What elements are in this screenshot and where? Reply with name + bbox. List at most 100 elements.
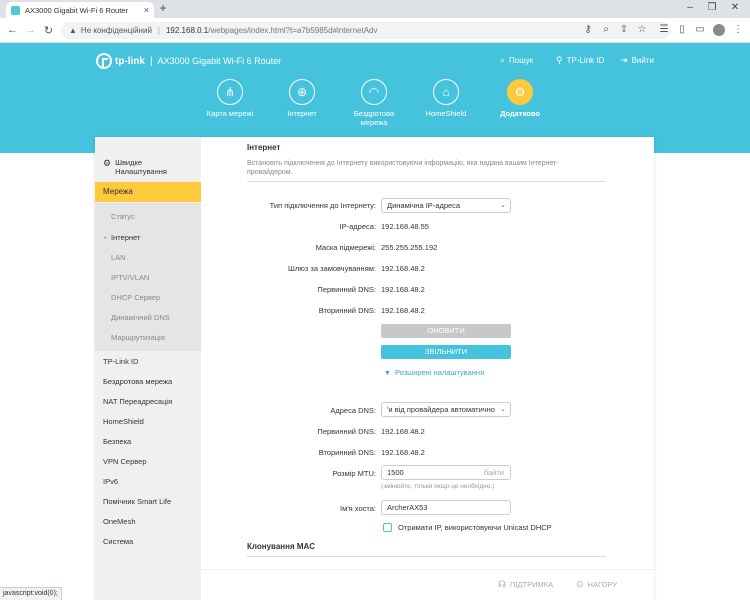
sidebar-item-system[interactable]: Система [103, 537, 133, 546]
mtu-unit: байти [483, 468, 504, 477]
share-icon[interactable]: ⇪ [618, 24, 630, 35]
reading-list-icon[interactable]: ☰ [658, 24, 670, 35]
support-button[interactable]: ☊ ПІДТРИМКА [498, 579, 553, 590]
quick-setup-link[interactable]: ⚙ Швидке Налаштування [103, 158, 175, 176]
menu-dots-icon[interactable]: ⋮ [732, 24, 744, 35]
maximize-icon[interactable]: ❐ [705, 2, 719, 13]
new-tab-button[interactable]: + [156, 2, 170, 16]
url-host: 192.168.0.1 [165, 26, 209, 35]
tab-wireless-label: Бездротова мережа [353, 109, 395, 127]
zoom-icon[interactable]: ⌕ [600, 24, 612, 35]
chevron-down-icon: ⌄ [500, 202, 506, 209]
tab-internet[interactable]: ⊕ Інтернет [267, 79, 337, 118]
advanced-settings-toggle[interactable]: ▼ Розширені налаштування [384, 368, 484, 377]
hostname-input[interactable]: ArcherAX53 [381, 500, 511, 515]
close-window-icon[interactable]: ✕ [728, 2, 742, 13]
sidebar-item-tplink-id[interactable]: TP-Link ID [103, 357, 138, 366]
main-panel: ⚙ Швидке Налаштування Мережа Статус Інте… [95, 137, 654, 600]
dns2-label: Вторинний DNS: [318, 306, 376, 315]
tab-network-map[interactable]: ⋔ Карта мережі [195, 79, 265, 118]
mtu-input[interactable]: 1500 байти [381, 465, 511, 480]
support-label: ПІДТРИМКА [510, 580, 554, 589]
sidebar-item-nat[interactable]: NAT Переадресація [103, 397, 172, 406]
gateway-label: Шлюз за замовчуванням: [288, 264, 376, 273]
unicast-dhcp-checkbox[interactable]: Отримати IP, використовуючи Unicast DHCP [383, 523, 552, 532]
tplink-favicon-icon [11, 5, 20, 15]
sidebar-item-ipv6[interactable]: IPv6 [103, 477, 118, 486]
minimize-icon[interactable]: – [683, 2, 697, 13]
logo-separator: | [150, 55, 153, 67]
back-icon[interactable]: ← [6, 24, 19, 36]
search-link[interactable]: ⌕ Пошук [500, 55, 533, 66]
internet-settings: Інтернет Встановіть підключення до Інтер… [201, 137, 654, 567]
tab-homeshield-label: HomeShield [425, 109, 467, 118]
sidebar-item-network[interactable]: Мережа [95, 182, 201, 202]
key-icon[interactable]: ⚷ [582, 24, 594, 35]
mask-label: Маска підмережі: [315, 243, 376, 252]
triangle-down-icon: ▼ [384, 370, 391, 377]
sidebar-sub-iptv[interactable]: IPTV/VLAN [111, 273, 149, 282]
search-label: Пошук [509, 56, 534, 65]
globe-icon: ⊕ [289, 79, 315, 105]
sidebar-item-smart-life[interactable]: Помічник Smart Life [103, 497, 171, 506]
browser-toolbar: ← → ↻ ▲ Не конфіденційний | 192.168.0.1/… [0, 18, 750, 43]
ip-label: IP-адреса: [339, 222, 376, 231]
bookmark-star-icon[interactable]: ☆ [636, 24, 648, 35]
tab-wireless[interactable]: ◠ Бездротова мережа [339, 79, 409, 127]
tab-internet-label: Інтернет [287, 109, 317, 118]
checkbox-box [383, 523, 392, 532]
hostname-value: ArcherAX53 [387, 503, 428, 512]
mask-value: 255.255.255.192 [381, 243, 438, 252]
browser-status-bar: javascript:void(0); [0, 587, 62, 600]
footer-bar: ☊ ПІДТРИМКА ⊙ НАГОРУ [201, 569, 654, 600]
release-button[interactable]: ЗВІЛЬНИТИ [381, 345, 511, 359]
network-submenu: Статус Інтернет LAN IPTV/VLAN DHCP Серве… [95, 203, 201, 351]
address-bar[interactable]: ▲ Не конфіденційний | 192.168.0.1/webpag… [61, 22, 671, 39]
sidebar-sub-dhcp[interactable]: DHCP Сервер [111, 293, 160, 302]
extensions-icon[interactable]: ▭ [694, 24, 706, 35]
renew-button[interactable]: ОНОВИТИ [381, 324, 511, 338]
forward-icon[interactable]: → [24, 24, 37, 36]
section-title-mac-clone: Клонування MAC [247, 542, 316, 551]
location-pin-icon: ⚲ [556, 55, 563, 65]
sidebar: ⚙ Швидке Налаштування Мережа Статус Інте… [95, 137, 201, 600]
quick-setup-label: Швидке Налаштування [115, 158, 167, 176]
sidebar-item-wireless[interactable]: Бездротова мережа [103, 377, 172, 386]
sidebar-sub-ddns[interactable]: Динамічний DNS [111, 313, 170, 322]
sidebar-sub-lan[interactable]: LAN [111, 253, 126, 262]
sidebar-item-onemesh[interactable]: OneMesh [103, 517, 136, 526]
dns-addr-select[interactable]: 'и від провайдера автоматично ⌄ [381, 402, 511, 417]
tab-homeshield[interactable]: ⌂ HomeShield [411, 79, 481, 118]
sidebar-sub-routing[interactable]: Маршрутизація [111, 333, 165, 342]
reload-icon[interactable]: ↻ [42, 24, 55, 37]
url-path: /webpages/index.html?t=a7b5985d#internet… [208, 26, 378, 35]
search-icon: ⌕ [500, 55, 506, 65]
conn-type-select[interactable]: Динамічна IP-адреса ⌄ [381, 198, 511, 213]
sidebar-item-vpn[interactable]: VPN Сервер [103, 457, 147, 466]
browser-tab[interactable]: AX3000 Gigabit Wi-Fi 6 Router × [6, 2, 154, 18]
sidebar-sub-status[interactable]: Статус [111, 212, 135, 221]
tab-advanced-label: Додатково [500, 109, 540, 118]
mtu-value: 1500 [387, 468, 404, 477]
sidebar-sub-internet[interactable]: Інтернет [104, 233, 141, 242]
tplink-id-link[interactable]: ⚲ TP-Link ID [556, 55, 604, 66]
close-tab-icon[interactable]: × [144, 5, 149, 15]
section-description: Встановіть підключення до Інтернету вико… [247, 160, 559, 176]
divider [247, 181, 606, 182]
conn-type-label: Тип підключення до Інтернету: [269, 201, 376, 210]
warning-icon[interactable]: ▲ [69, 26, 77, 35]
back-to-top-label: НАГОРУ [587, 580, 618, 589]
sidebar-item-security[interactable]: Безпека [103, 437, 131, 446]
side-panel-icon[interactable]: ▯ [676, 24, 688, 35]
brand-name: tp-link [115, 55, 145, 67]
dns-addr-value: 'и від провайдера автоматично [387, 405, 495, 414]
logout-link[interactable]: ⇥ Вийти [620, 55, 654, 66]
tplink-logo: tp-link | AX3000 Gigabit Wi-Fi 6 Router [96, 53, 281, 69]
profile-avatar[interactable] [713, 24, 725, 36]
dns-addr-label: Адреса DNS: [330, 406, 376, 415]
back-to-top-button[interactable]: ⊙ НАГОРУ [576, 579, 617, 590]
unicast-dhcp-label: Отримати IP, використовуючи Unicast DHCP [398, 523, 552, 532]
tab-advanced[interactable]: ⚙ Додатково [485, 79, 555, 118]
sidebar-item-homeshield[interactable]: HomeShield [103, 417, 144, 426]
headset-icon: ☊ [498, 579, 506, 589]
